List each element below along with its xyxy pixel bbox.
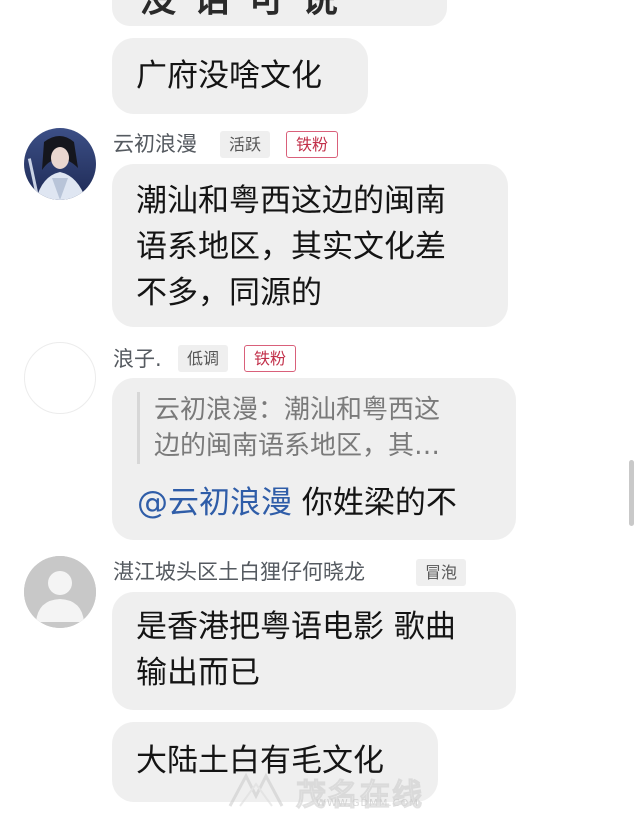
scrollbar-thumb[interactable]: [629, 460, 634, 526]
message-text-line: 潮汕和粤西这边的闽南: [136, 183, 446, 219]
fan-badge: 铁粉: [244, 345, 297, 372]
quote-text-line: 边的闽南语系地区，其…: [154, 431, 441, 461]
username[interactable]: 云初浪漫: [113, 130, 197, 158]
site-watermark: 茂名在线 WWW.GDMM.COM: [226, 768, 446, 814]
message-bubble[interactable]: 潮汕和粤西这边的闽南 语系地区，其实文化差 不多，同源的: [112, 164, 508, 327]
avatar[interactable]: [24, 128, 96, 200]
message-text-line: 是香港把粤语电影 歌曲: [136, 609, 456, 645]
avatar-image: [24, 128, 96, 200]
level-badge: 低调: [178, 345, 229, 372]
username[interactable]: 湛江坡头区土白狸仔何晓龙: [113, 558, 365, 586]
message-bubble[interactable]: 是香港把粤语电影 歌曲 输出而已: [112, 592, 516, 710]
username[interactable]: 浪子.: [113, 345, 162, 373]
level-badge: 冒泡: [416, 559, 467, 586]
reply-text: @云初浪漫 你姓梁的不: [137, 482, 457, 524]
watermark-url: WWW.GDMM.COM: [316, 798, 420, 809]
message-text-line: 语系地区，其实文化差: [136, 229, 446, 265]
mention-link[interactable]: @云初浪漫: [137, 485, 292, 521]
message-text-line: 输出而已: [136, 655, 260, 691]
avatar[interactable]: [24, 556, 96, 628]
previous-message-bubble[interactable]: 没话可说: [112, 0, 447, 26]
level-badge: 活跃: [220, 131, 271, 158]
message-text-line: 不多，同源的: [136, 275, 322, 311]
quote-text-line: 云初浪漫：潮汕和粤西这: [154, 395, 441, 425]
message-bubble[interactable]: 广府没啥文化: [112, 38, 368, 114]
message-text: 广府没啥文化: [136, 58, 322, 94]
fan-badge: 铁粉: [286, 131, 339, 158]
reply-text-body: 你姓梁的不: [292, 485, 457, 521]
quoted-message[interactable]: 云初浪漫：潮汕和粤西这 边的闽南语系地区，其…: [137, 392, 487, 464]
previous-message-text: 没话可说: [140, 0, 356, 22]
default-avatar-icon: [24, 556, 96, 628]
avatar[interactable]: [24, 342, 96, 414]
watermark-logo-icon: [228, 772, 284, 807]
